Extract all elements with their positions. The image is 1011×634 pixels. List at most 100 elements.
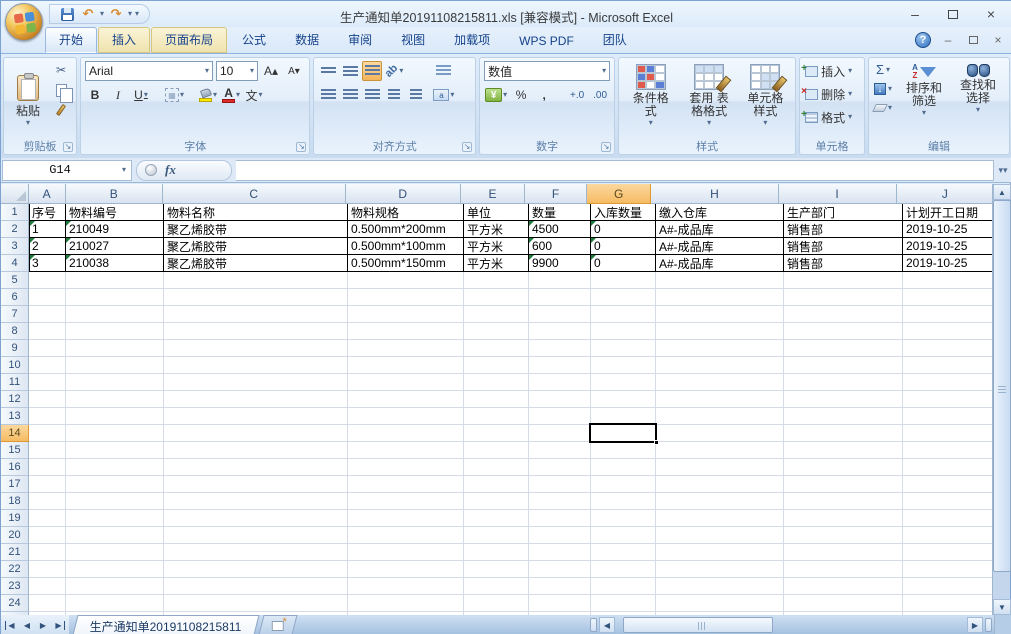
- tab-data[interactable]: 数据: [281, 27, 333, 53]
- column-header-D[interactable]: D: [346, 184, 461, 204]
- cell-G20[interactable]: [591, 527, 656, 544]
- cell-J24[interactable]: [903, 595, 994, 612]
- workbook-restore-button[interactable]: [965, 33, 981, 47]
- cell-H2[interactable]: A#-成品库: [656, 221, 784, 238]
- borders-button[interactable]: ▦▾: [164, 85, 185, 105]
- cell-A5[interactable]: [29, 272, 66, 289]
- cell-D24[interactable]: [348, 595, 464, 612]
- row-header-5[interactable]: 5: [1, 272, 29, 289]
- cell-H1[interactable]: 缴入仓库: [656, 204, 784, 221]
- cell-I10[interactable]: [784, 357, 903, 374]
- cell-H4[interactable]: A#-成品库: [656, 255, 784, 272]
- row-header-1[interactable]: 1: [1, 204, 29, 221]
- cell-D13[interactable]: [348, 408, 464, 425]
- cell-B13[interactable]: [66, 408, 164, 425]
- cell-J7[interactable]: [903, 306, 994, 323]
- copy-button[interactable]: [50, 81, 72, 99]
- active-cell-outline[interactable]: [589, 423, 657, 443]
- cell-I18[interactable]: [784, 493, 903, 510]
- tab-page-layout[interactable]: 页面布局: [151, 27, 227, 53]
- cell-C12[interactable]: [164, 391, 348, 408]
- dialog-launcher-icon[interactable]: ↘: [462, 142, 472, 152]
- close-button[interactable]: ×: [976, 5, 1006, 23]
- cell-D20[interactable]: [348, 527, 464, 544]
- cell-J9[interactable]: [903, 340, 994, 357]
- help-button[interactable]: ?: [915, 32, 931, 48]
- cell-C18[interactable]: [164, 493, 348, 510]
- cell-D19[interactable]: [348, 510, 464, 527]
- cell-A11[interactable]: [29, 374, 66, 391]
- tab-team[interactable]: 团队: [589, 27, 641, 53]
- cell-H23[interactable]: [656, 578, 784, 595]
- cell-D22[interactable]: [348, 561, 464, 578]
- tab-insert[interactable]: 插入: [98, 27, 150, 53]
- fill-handle[interactable]: [654, 440, 659, 445]
- cell-B19[interactable]: [66, 510, 164, 527]
- align-center-button[interactable]: [340, 85, 360, 105]
- cell-I7[interactable]: [784, 306, 903, 323]
- cell-J6[interactable]: [903, 289, 994, 306]
- cell-D11[interactable]: [348, 374, 464, 391]
- cell-E19[interactable]: [464, 510, 529, 527]
- cell-I8[interactable]: [784, 323, 903, 340]
- format-as-table-button[interactable]: 套用 表格格式 ▾: [678, 61, 739, 138]
- cell-F15[interactable]: [529, 442, 591, 459]
- cell-H24[interactable]: [656, 595, 784, 612]
- dialog-launcher-icon[interactable]: ↘: [601, 142, 611, 152]
- cell-E17[interactable]: [464, 476, 529, 493]
- row-header-2[interactable]: 2: [1, 221, 29, 238]
- cell-H6[interactable]: [656, 289, 784, 306]
- cell-H18[interactable]: [656, 493, 784, 510]
- orientation-button[interactable]: ab▾: [384, 61, 404, 81]
- cell-B16[interactable]: [66, 459, 164, 476]
- cell-F1[interactable]: 数量: [529, 204, 591, 221]
- cell-A8[interactable]: [29, 323, 66, 340]
- cut-button[interactable]: ✂: [50, 61, 72, 79]
- cell-G19[interactable]: [591, 510, 656, 527]
- autosum-button[interactable]: Σ▾: [873, 61, 893, 78]
- next-sheet-button[interactable]: ▶: [37, 621, 49, 630]
- cell-J10[interactable]: [903, 357, 994, 374]
- paste-button[interactable]: 粘贴 ▾: [8, 61, 48, 138]
- cell-H16[interactable]: [656, 459, 784, 476]
- row-header-19[interactable]: 19: [1, 510, 29, 527]
- cell-I3[interactable]: 销售部: [784, 238, 903, 255]
- row-header-24[interactable]: 24: [1, 595, 29, 612]
- cell-G11[interactable]: [591, 374, 656, 391]
- cell-D9[interactable]: [348, 340, 464, 357]
- accounting-format-button[interactable]: ¥▾: [484, 85, 508, 105]
- cell-H13[interactable]: [656, 408, 784, 425]
- underline-button[interactable]: U▾: [131, 85, 151, 105]
- vertical-scroll-thumb[interactable]: [993, 200, 1011, 572]
- row-header-4[interactable]: 4: [1, 255, 29, 272]
- decrease-font-button[interactable]: A▾: [284, 61, 304, 81]
- scroll-right-button[interactable]: ▶: [967, 617, 983, 633]
- format-cells-button[interactable]: 格式▾: [804, 107, 853, 127]
- clear-button[interactable]: ▾: [873, 99, 893, 116]
- workbook-close-button[interactable]: ×: [990, 33, 1006, 47]
- last-sheet-button[interactable]: ▶: [53, 621, 65, 630]
- cell-J22[interactable]: [903, 561, 994, 578]
- cell-F8[interactable]: [529, 323, 591, 340]
- cell-I9[interactable]: [784, 340, 903, 357]
- cell-F9[interactable]: [529, 340, 591, 357]
- insert-worksheet-tab[interactable]: [258, 615, 297, 634]
- cell-C21[interactable]: [164, 544, 348, 561]
- wrap-text-button[interactable]: [432, 61, 455, 81]
- cell-J17[interactable]: [903, 476, 994, 493]
- tab-split-handle[interactable]: [590, 618, 597, 632]
- cell-G17[interactable]: [591, 476, 656, 493]
- cell-I2[interactable]: 销售部: [784, 221, 903, 238]
- cell-B1[interactable]: 物料编号: [66, 204, 164, 221]
- cell-E20[interactable]: [464, 527, 529, 544]
- cell-D12[interactable]: [348, 391, 464, 408]
- cell-C4[interactable]: 聚乙烯胶带: [164, 255, 348, 272]
- cell-I20[interactable]: [784, 527, 903, 544]
- bold-button[interactable]: B: [85, 85, 105, 105]
- minimize-button[interactable]: –: [900, 5, 930, 23]
- cell-J23[interactable]: [903, 578, 994, 595]
- cell-A23[interactable]: [29, 578, 66, 595]
- row-header-15[interactable]: 15: [1, 442, 29, 459]
- cell-B7[interactable]: [66, 306, 164, 323]
- row-header-11[interactable]: 11: [1, 374, 29, 391]
